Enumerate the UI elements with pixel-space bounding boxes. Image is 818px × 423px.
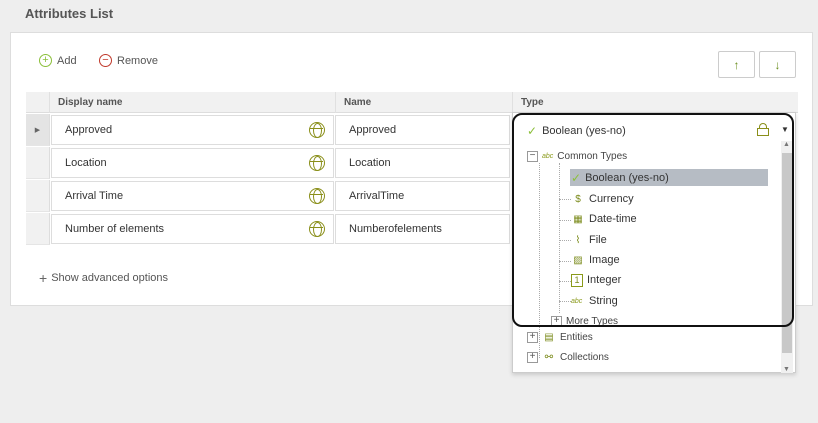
expand-icon[interactable]: +: [527, 351, 538, 363]
highlight-outline: [512, 113, 794, 327]
globe-icon[interactable]: [309, 122, 325, 138]
name-input[interactable]: Numberofelements: [335, 214, 510, 244]
globe-icon[interactable]: [309, 155, 325, 171]
globe-icon[interactable]: [309, 221, 325, 237]
display-name-value: Approved: [65, 124, 113, 136]
move-up-button[interactable]: ↑: [718, 51, 755, 78]
row-selector[interactable]: [26, 213, 50, 245]
name-input[interactable]: Approved: [335, 115, 510, 145]
display-name-input[interactable]: Location: [51, 148, 334, 178]
expand-icon[interactable]: +: [527, 331, 538, 343]
move-down-button[interactable]: ↓: [759, 51, 796, 78]
arrow-down-icon: ↓: [774, 57, 781, 72]
tree-group-label: Entities: [560, 331, 593, 343]
tree-group-label: Collections: [560, 351, 609, 363]
globe-icon[interactable]: [309, 188, 325, 204]
display-name-input[interactable]: Number of elements: [51, 214, 334, 244]
scroll-down-icon[interactable]: ▼: [783, 366, 790, 373]
name-value: ArrivalTime: [349, 190, 405, 202]
header-display-name[interactable]: Display name: [50, 92, 336, 113]
table-icon: ▤: [544, 331, 554, 343]
row-selector[interactable]: ▶: [26, 114, 50, 146]
show-advanced-options-label: Show advanced options: [51, 272, 168, 284]
name-value: Approved: [349, 124, 397, 136]
add-button[interactable]: + Add: [39, 54, 77, 67]
header-select-col: [26, 92, 50, 113]
minus-circle-icon: −: [99, 54, 112, 67]
name-input[interactable]: Location: [335, 148, 510, 178]
name-value: Location: [349, 157, 391, 169]
name-value: Numberofelements: [349, 223, 442, 235]
display-name-input[interactable]: Approved: [51, 115, 334, 145]
plus-icon: +: [39, 270, 48, 286]
page-title: Attributes List: [25, 6, 114, 21]
display-name-input[interactable]: Arrival Time: [51, 181, 334, 211]
display-name-value: Location: [65, 157, 107, 169]
row-selector[interactable]: [26, 180, 50, 212]
add-button-label: Add: [57, 54, 77, 67]
header-type[interactable]: Type: [513, 92, 798, 113]
arrow-up-icon: ↑: [733, 57, 740, 72]
row-selector[interactable]: [26, 147, 50, 179]
tree-group-collections[interactable]: + ⚯ Collections: [527, 349, 609, 365]
name-input[interactable]: ArrivalTime: [335, 181, 510, 211]
header-name[interactable]: Name: [336, 92, 513, 113]
plus-circle-icon: +: [39, 54, 52, 67]
display-name-value: Number of elements: [65, 223, 165, 235]
grid-header: Display name Name Type: [26, 92, 798, 113]
remove-button-label: Remove: [117, 54, 158, 67]
tree-group-entities[interactable]: + ▤ Entities: [527, 329, 593, 345]
remove-button[interactable]: − Remove: [99, 54, 158, 67]
show-advanced-options-link[interactable]: + Show advanced options: [39, 271, 168, 285]
display-name-value: Arrival Time: [65, 190, 124, 202]
collection-icon: ⚯: [544, 351, 554, 363]
